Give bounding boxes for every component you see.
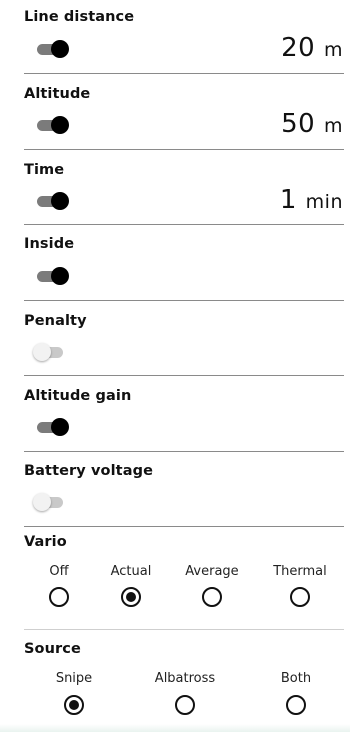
toggle-thumb	[51, 418, 69, 436]
altitude-toggle[interactable]	[33, 113, 73, 137]
divider	[24, 73, 344, 74]
vario-radio-off[interactable]	[49, 587, 69, 607]
divider	[24, 629, 344, 630]
inside-label: Inside	[24, 236, 75, 252]
line-distance-value[interactable]: 20 m	[281, 33, 343, 63]
altitude-label: Altitude	[24, 86, 91, 102]
vario-radio-average[interactable]	[202, 587, 222, 607]
source-option-albatross-label: Albatross	[154, 671, 216, 686]
source-option-snipe-label: Snipe	[55, 671, 93, 686]
time-toggle[interactable]	[33, 189, 73, 213]
vario-option-average-label: Average	[185, 564, 239, 579]
toggle-thumb	[51, 116, 69, 134]
altitude-gain-label: Altitude gain	[24, 388, 132, 404]
altitude-unit: m	[323, 115, 343, 137]
source-label: Source	[24, 641, 81, 657]
time-label: Time	[24, 162, 65, 178]
divider	[24, 526, 344, 527]
source-option-both-label: Both	[280, 671, 312, 686]
source-radio-snipe[interactable]	[64, 695, 84, 715]
toggle-thumb	[51, 40, 69, 58]
toggle-thumb	[51, 267, 69, 285]
toggle-thumb	[33, 343, 51, 361]
penalty-toggle[interactable]	[33, 340, 73, 364]
toggle-thumb	[51, 192, 69, 210]
altitude-value[interactable]: 50 m	[281, 109, 343, 139]
vario-radio-actual[interactable]	[121, 587, 141, 607]
divider	[24, 451, 344, 452]
radio-dot	[69, 700, 79, 710]
battery-voltage-toggle[interactable]	[33, 490, 73, 514]
vario-option-thermal-label: Thermal	[273, 564, 327, 579]
source-radio-albatross[interactable]	[175, 695, 195, 715]
line-distance-number: 20	[281, 33, 316, 63]
line-distance-unit: m	[323, 39, 343, 61]
divider	[24, 375, 344, 376]
time-number: 1	[279, 185, 297, 215]
battery-voltage-label: Battery voltage	[24, 463, 153, 479]
line-distance-label: Line distance	[24, 9, 135, 25]
vario-radio-thermal[interactable]	[290, 587, 310, 607]
divider	[24, 224, 344, 225]
bottom-fade	[0, 724, 350, 732]
penalty-label: Penalty	[24, 313, 87, 329]
altitude-number: 50	[281, 109, 316, 139]
time-unit: min	[305, 191, 343, 213]
source-radio-both[interactable]	[286, 695, 306, 715]
time-value[interactable]: 1 min	[280, 185, 343, 215]
vario-label: Vario	[24, 534, 67, 550]
line-distance-toggle[interactable]	[33, 37, 73, 61]
altitude-gain-toggle[interactable]	[33, 415, 73, 439]
vario-option-actual-label: Actual	[110, 564, 152, 579]
divider	[24, 149, 344, 150]
divider	[24, 300, 344, 301]
radio-dot	[126, 592, 136, 602]
inside-toggle[interactable]	[33, 264, 73, 288]
toggle-thumb	[33, 493, 51, 511]
